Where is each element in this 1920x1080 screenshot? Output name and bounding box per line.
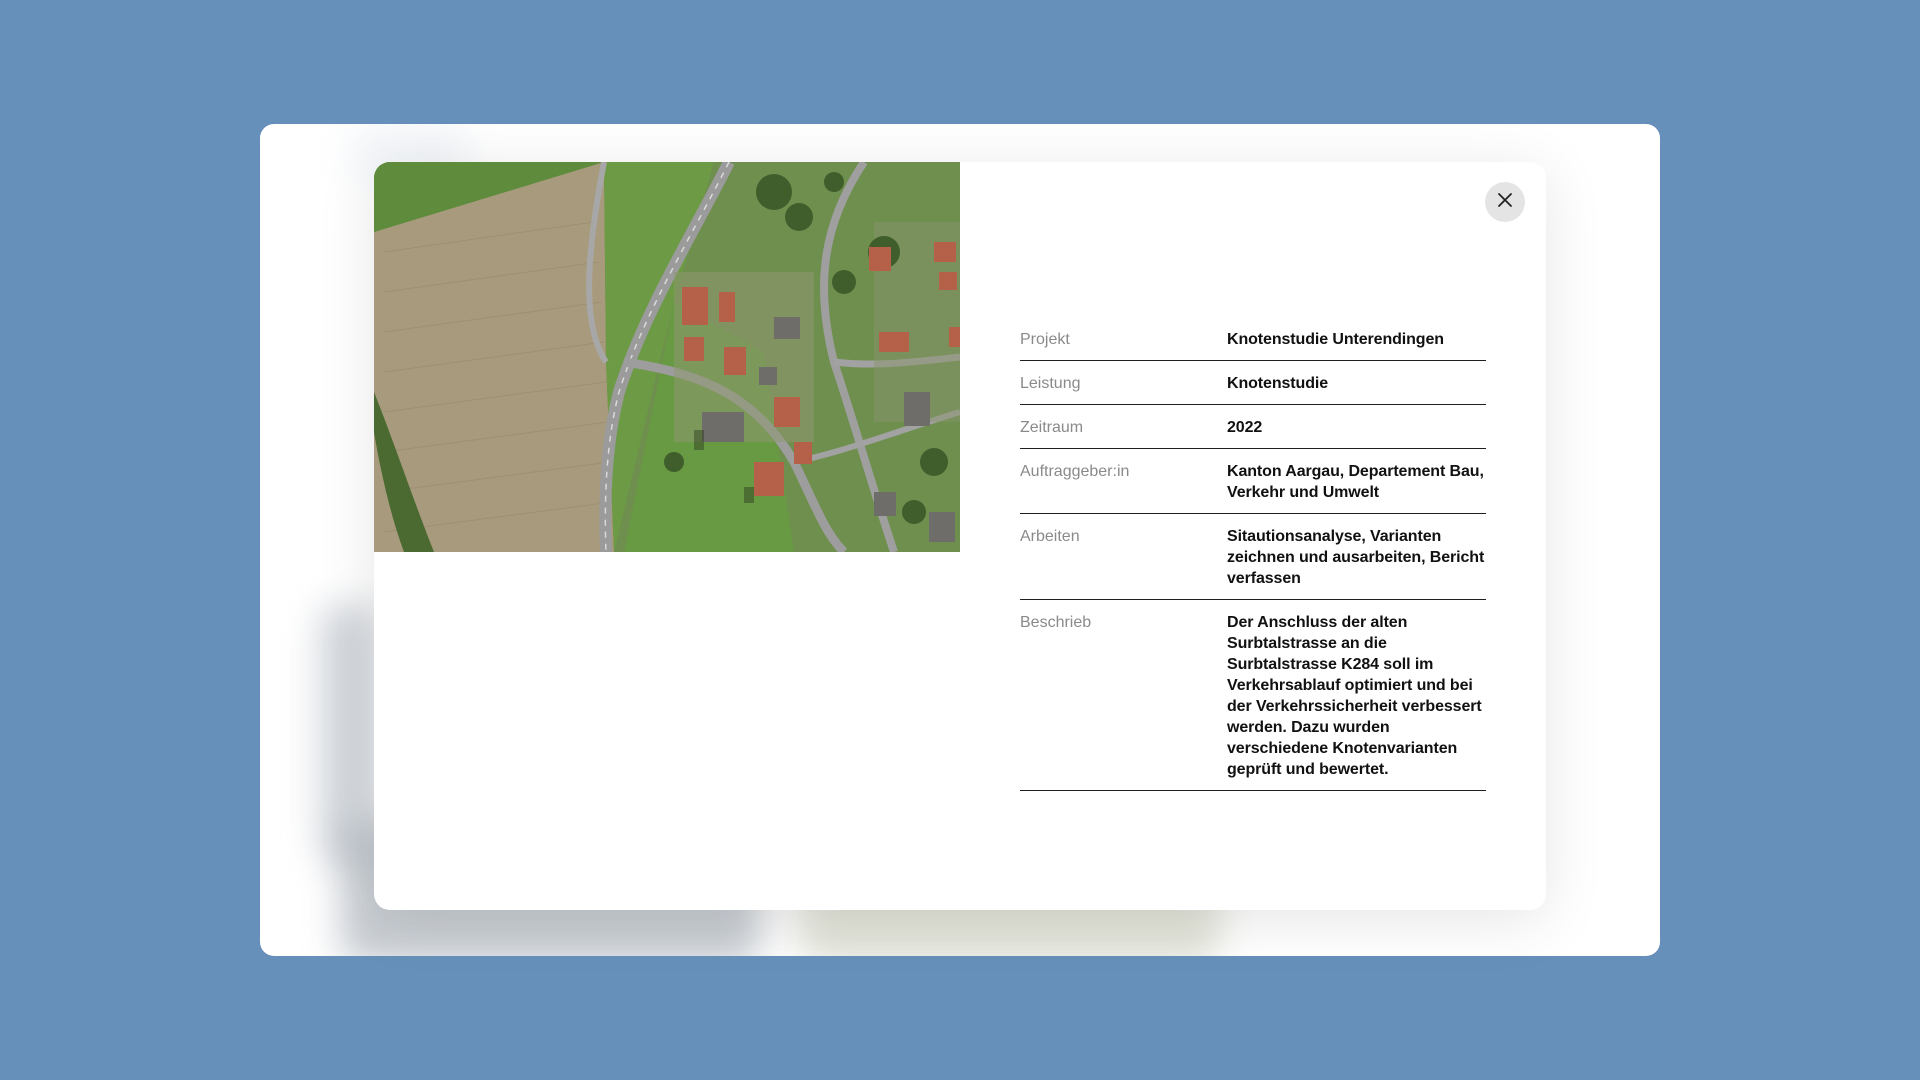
detail-label: Zeitraum	[1020, 419, 1084, 436]
detail-value: Kanton Aargau, Departement Bau, Verkehr …	[1227, 463, 1484, 501]
detail-label: Projekt	[1020, 331, 1070, 348]
detail-value: 2022	[1227, 419, 1263, 436]
detail-row-arbeiten: Arbeiten Sitautionsanalyse, Varianten ze…	[1020, 514, 1486, 600]
detail-label: Arbeiten	[1020, 528, 1080, 545]
project-detail-modal: Projekt Knotenstudie Unterendingen Leist…	[374, 162, 1546, 910]
detail-value: Der Anschluss der alten Surbtalstrasse a…	[1227, 614, 1482, 778]
detail-row-leistung: Leistung Knotenstudie	[1020, 361, 1486, 405]
detail-label: Beschrieb	[1020, 614, 1092, 631]
blurred-background-content	[320, 604, 380, 864]
project-aerial-image	[374, 162, 960, 552]
detail-label: Leistung	[1020, 375, 1081, 392]
detail-row-beschrieb: Beschrieb Der Anschluss der alten Surbta…	[1020, 600, 1486, 791]
detail-row-zeitraum: Zeitraum 2022	[1020, 405, 1486, 449]
close-icon	[1497, 192, 1513, 213]
detail-value: Knotenstudie Unterendingen	[1227, 331, 1444, 348]
detail-value: Knotenstudie	[1227, 375, 1329, 392]
close-button[interactable]	[1485, 182, 1525, 222]
detail-label: Auftraggeber:in	[1020, 463, 1130, 480]
detail-row-projekt: Projekt Knotenstudie Unterendingen	[1020, 317, 1486, 361]
detail-value: Sitautionsanalyse, Varianten zeichnen un…	[1227, 528, 1485, 587]
detail-row-auftraggeber: Auftraggeber:in Kanton Aargau, Departeme…	[1020, 449, 1486, 514]
project-details-table: Projekt Knotenstudie Unterendingen Leist…	[1020, 317, 1486, 791]
